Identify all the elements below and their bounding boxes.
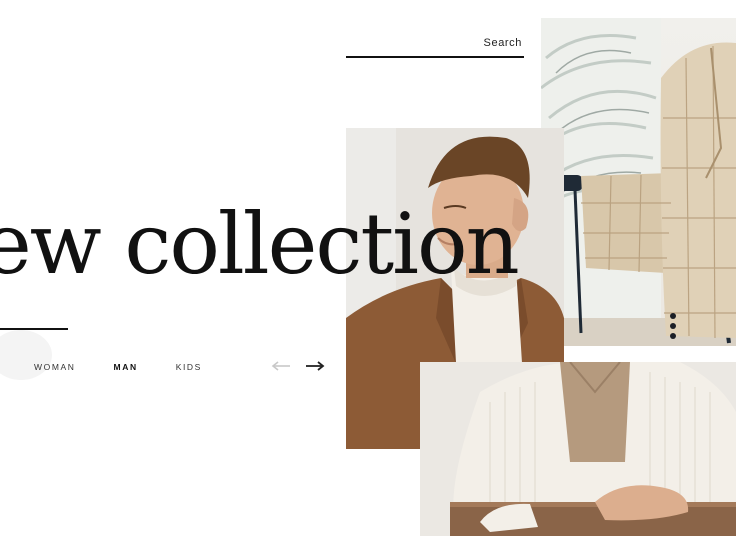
search-label: Search: [483, 37, 522, 49]
product-image-cream-sweater[interactable]: [420, 362, 736, 536]
nav-item-kids[interactable]: KIDS: [176, 362, 202, 372]
nav-item-woman[interactable]: WOMAN: [34, 362, 76, 372]
sweater-illustration: [420, 362, 736, 536]
decorative-circle: [0, 330, 52, 380]
search-field[interactable]: Search: [346, 30, 524, 58]
category-nav: WOMAN MAN KIDS: [34, 362, 240, 372]
search-underline: [346, 56, 524, 58]
product-image-plaid-jacket[interactable]: [541, 18, 736, 346]
nav-item-man[interactable]: MAN: [114, 362, 138, 372]
carousel-arrows: [271, 360, 325, 372]
plaid-jacket-illustration: [541, 18, 736, 346]
arrow-right-icon[interactable]: [305, 360, 325, 372]
hero-title: ew collection: [0, 195, 520, 293]
title-underline: [0, 328, 68, 330]
arrow-left-icon[interactable]: [271, 360, 291, 372]
